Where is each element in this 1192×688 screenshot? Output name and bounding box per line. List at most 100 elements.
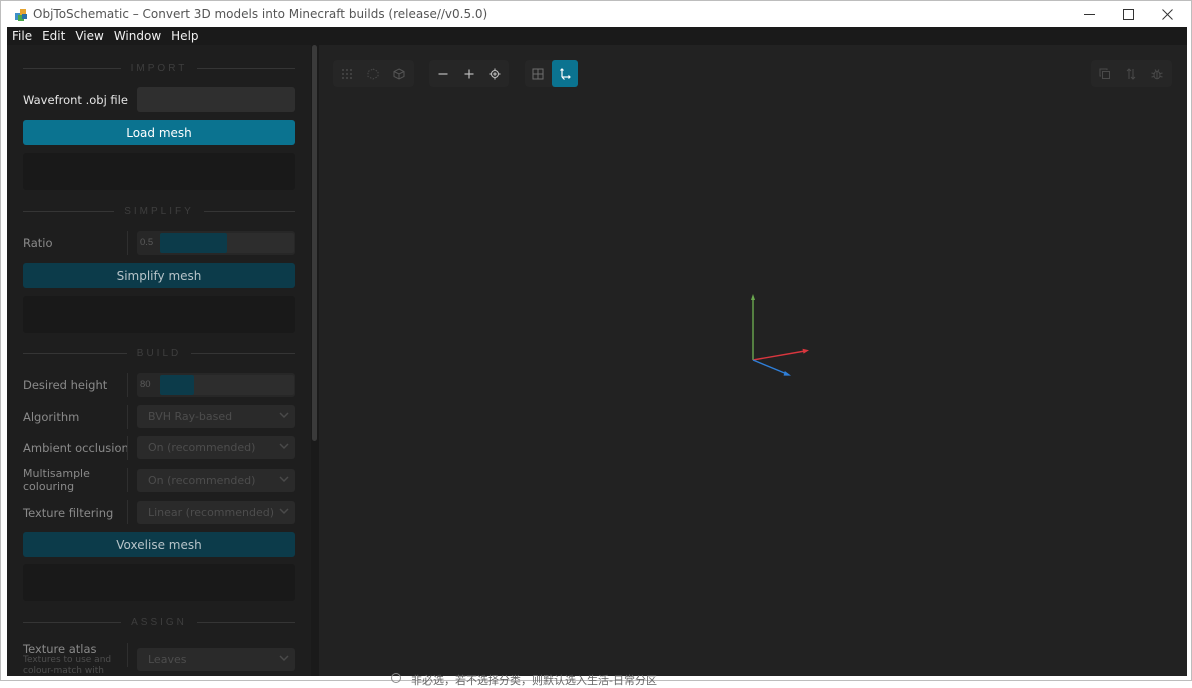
multisample-colouring-select[interactable]: On (recommended) <box>137 469 295 492</box>
ambient-occlusion-select[interactable]: On (recommended) <box>137 436 295 459</box>
menu-help[interactable]: Help <box>166 27 203 45</box>
3d-viewport[interactable] <box>319 45 1187 676</box>
assign-section-heading: ASSIGN <box>23 615 296 629</box>
desired-height-slider-track[interactable] <box>160 375 294 395</box>
wireframe-icon <box>367 67 379 80</box>
grid-icon <box>532 68 544 79</box>
maximize-button[interactable] <box>1108 1 1148 27</box>
algorithm-value: BVH Ray-based <box>148 410 233 423</box>
build-heading: BUILD <box>136 347 182 359</box>
render-mode-group <box>333 60 414 87</box>
zoom-group <box>429 60 509 87</box>
simplify-mesh-button[interactable]: Simplify mesh <box>23 263 295 288</box>
build-output-box <box>23 564 295 601</box>
axes-toggle-button[interactable] <box>552 60 578 87</box>
voxelise-mesh-button[interactable]: Voxelise mesh <box>23 532 295 557</box>
ambient-occlusion-label: Ambient occlusion <box>23 441 129 455</box>
x-axis-line <box>752 350 806 361</box>
menu-file[interactable]: File <box>7 27 37 45</box>
texture-atlas-label: Texture atlas <box>23 642 97 656</box>
field-divider <box>127 231 128 255</box>
menu-view[interactable]: View <box>70 27 108 45</box>
menu-edit[interactable]: Edit <box>37 27 70 45</box>
minimize-button[interactable] <box>1069 1 1109 27</box>
multisample-colouring-value: On (recommended) <box>148 474 256 487</box>
load-mesh-button[interactable]: Load mesh <box>23 120 295 145</box>
ratio-slider[interactable]: 0.5 <box>137 231 295 255</box>
zoom-out-button[interactable] <box>430 60 456 87</box>
close-button[interactable] <box>1147 1 1187 27</box>
cube-icon <box>393 67 405 80</box>
minimize-icon <box>1083 13 1095 15</box>
field-divider <box>127 373 128 397</box>
ratio-slider-track[interactable] <box>160 233 294 253</box>
field-divider <box>127 643 128 667</box>
info-circle-icon <box>391 673 401 683</box>
debug-tools-group <box>1091 60 1172 87</box>
app-area: IMPORT Wavefront .obj file Load mesh SIM… <box>7 45 1187 676</box>
grid-toggle-button[interactable] <box>525 60 551 87</box>
divider-line <box>23 621 122 623</box>
divider-line <box>197 67 295 69</box>
copy-icon <box>1099 68 1110 79</box>
view-toggle-group <box>525 60 578 87</box>
obj-file-input[interactable] <box>137 87 295 112</box>
z-axis-line <box>752 359 788 375</box>
sort-button[interactable] <box>1118 60 1144 87</box>
sort-icon <box>1126 67 1136 80</box>
chevron-down-icon <box>279 655 289 662</box>
debug-button[interactable] <box>1144 60 1170 87</box>
field-divider <box>127 436 128 460</box>
app-logo-icon <box>15 9 27 21</box>
chevron-down-icon <box>279 443 289 450</box>
chevron-down-icon <box>279 412 289 419</box>
title-bar[interactable]: ObjToSchematic – Convert 3D models into … <box>1 1 1191 27</box>
assign-heading: ASSIGN <box>131 616 187 628</box>
points-button[interactable] <box>334 60 360 87</box>
divider-line <box>23 210 115 212</box>
zoom-out-icon <box>438 72 448 75</box>
axis-gizmo <box>751 294 809 376</box>
import-section-heading: IMPORT <box>23 61 295 75</box>
field-divider <box>127 500 128 524</box>
solid-button[interactable] <box>386 60 412 87</box>
simplify-heading: SIMPLIFY <box>124 205 194 217</box>
background-hint-text: 非必选，若不选择分类，则默认选入生活-日常分区 <box>411 674 657 687</box>
algorithm-label: Algorithm <box>23 410 80 424</box>
divider-line <box>191 352 296 354</box>
texture-atlas-select[interactable]: Leaves <box>137 648 295 671</box>
wireframe-button[interactable] <box>360 60 386 87</box>
texture-atlas-description: Textures to use and colour-match with <box>23 655 112 676</box>
chevron-down-icon <box>279 476 289 483</box>
import-heading: IMPORT <box>130 62 188 74</box>
copy-button[interactable] <box>1092 60 1118 87</box>
menu-bar: File Edit View Window Help <box>7 27 1187 45</box>
texture-filtering-select[interactable]: Linear (recommended) <box>137 501 295 524</box>
desired-height-slider[interactable]: 80 <box>137 373 295 397</box>
y-axis-arrowhead <box>751 294 755 300</box>
desired-height-slider-fill <box>160 375 194 395</box>
zoom-in-icon <box>464 69 474 78</box>
bug-icon <box>1151 68 1163 79</box>
obj-file-label: Wavefront .obj file <box>23 93 128 107</box>
points-icon <box>342 68 352 79</box>
center-camera-button[interactable] <box>482 60 508 87</box>
zoom-in-button[interactable] <box>456 60 482 87</box>
desired-height-label: Desired height <box>23 378 108 392</box>
close-icon <box>1161 8 1173 20</box>
x-axis-arrowhead <box>802 348 809 354</box>
app-window: ObjToSchematic – Convert 3D models into … <box>0 0 1192 687</box>
sidebar-scrollbar-thumb[interactable] <box>312 45 317 441</box>
ratio-slider-fill <box>160 233 227 253</box>
ambient-occlusion-value: On (recommended) <box>148 441 256 454</box>
build-section-heading: BUILD <box>23 346 296 360</box>
menu-window[interactable]: Window <box>109 27 166 45</box>
ratio-label: Ratio <box>23 236 53 250</box>
center-target-icon <box>489 68 501 79</box>
desired-height-value: 80 <box>140 379 151 390</box>
divider-line <box>196 621 296 623</box>
simplify-output-box <box>23 296 295 333</box>
divider-line <box>23 67 121 69</box>
algorithm-select[interactable]: BVH Ray-based <box>137 405 295 428</box>
maximize-icon <box>1122 8 1134 20</box>
